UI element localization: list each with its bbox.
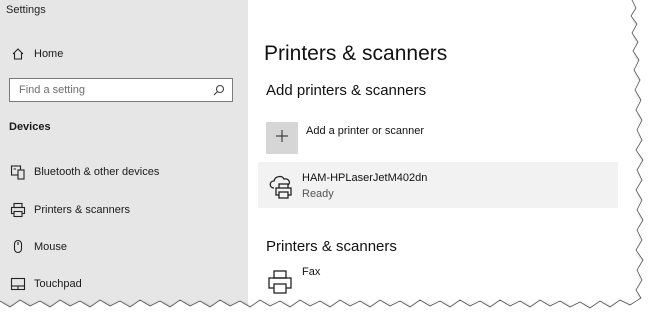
- sidebar-item-label: Home: [34, 48, 64, 60]
- add-printer-label[interactable]: Add a printer or scanner: [306, 125, 424, 137]
- sidebar-item-bluetooth[interactable]: Bluetooth & other devices: [0, 155, 248, 189]
- printer-icon: [10, 202, 26, 218]
- printer-icon: [266, 268, 294, 296]
- network-printer-icon: [268, 172, 296, 200]
- printer-list-item-fax[interactable]: Fax: [266, 262, 606, 302]
- add-printer-button[interactable]: [266, 122, 298, 154]
- sidebar-item-mouse[interactable]: Mouse: [0, 230, 248, 264]
- sidebar-item-label: Touchpad: [34, 278, 82, 290]
- sidebar-section-title: Devices: [9, 121, 51, 133]
- settings-window: Settings Home Find a setting Devices Blu…: [0, 0, 640, 312]
- printer-list-item[interactable]: HAM-HPLaserJetM402dn Ready: [258, 162, 618, 208]
- home-icon: [10, 46, 26, 62]
- printer-name: HAM-HPLaserJetM402dn: [302, 172, 428, 184]
- search-input[interactable]: Find a setting: [9, 78, 233, 102]
- page-title: Printers & scanners: [264, 42, 448, 65]
- bluetooth-device-icon: [10, 164, 26, 180]
- sidebar-item-home[interactable]: Home: [0, 37, 248, 71]
- main-content: Printers & scanners Add printers & scann…: [248, 0, 640, 312]
- sidebar-item-label: Mouse: [34, 241, 68, 253]
- printers-section-title: Printers & scanners: [266, 238, 397, 255]
- touchpad-icon: [10, 276, 26, 292]
- search-icon: [212, 83, 226, 97]
- mouse-icon: [10, 239, 26, 255]
- sidebar: Settings Home Find a setting Devices Blu…: [0, 0, 248, 312]
- printer-status: Ready: [302, 188, 334, 200]
- sidebar-item-label: Bluetooth & other devices: [34, 166, 160, 178]
- sidebar-item-touchpad[interactable]: Touchpad: [0, 267, 248, 301]
- sidebar-item-printers[interactable]: Printers & scanners: [0, 193, 248, 227]
- printer-name: Fax: [302, 266, 321, 278]
- app-title: Settings: [6, 4, 46, 16]
- sidebar-item-label: Printers & scanners: [34, 204, 130, 216]
- plus-icon: [275, 129, 289, 148]
- add-section-title: Add printers & scanners: [266, 82, 427, 99]
- search-placeholder: Find a setting: [19, 84, 86, 96]
